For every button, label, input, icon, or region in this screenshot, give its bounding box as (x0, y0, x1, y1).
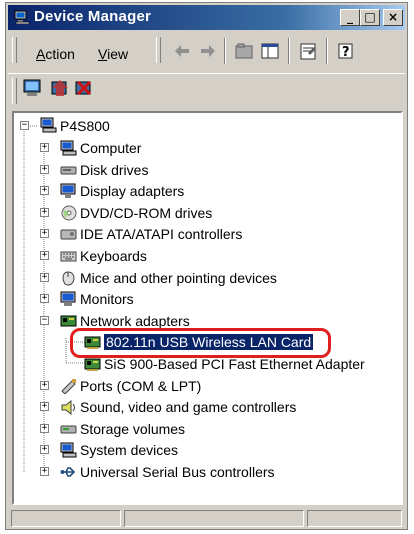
svg-text:?: ? (342, 45, 350, 60)
tree-item-label: Ports (COM & LPT) (80, 377, 202, 394)
collapse-toggle[interactable]: − (20, 121, 29, 130)
toolbar-grip-3[interactable] (12, 78, 17, 104)
menu-action-hotkey: A (36, 46, 46, 62)
properties-icon[interactable] (298, 41, 318, 61)
port-icon (61, 378, 76, 394)
tree-item-label: Display adapters (80, 183, 185, 200)
sound-icon (61, 400, 75, 416)
tree-item-label: IDE ATA/ATAPI controllers (80, 226, 243, 243)
status-cell-2 (124, 510, 304, 527)
tree-item-label: SiS 900-Based PCI Fast Ethernet Adapter (104, 356, 365, 372)
monitor-icon (60, 291, 76, 307)
collapse-toggle[interactable]: − (40, 315, 49, 325)
menu-action-rest: ction (45, 46, 75, 62)
expand-toggle[interactable]: + (40, 380, 49, 390)
expand-toggle[interactable]: + (40, 294, 49, 304)
uninstall-icon[interactable] (74, 78, 94, 98)
tree-item-label: Mice and other pointing devices (80, 269, 277, 286)
tree-item-label: System devices (80, 442, 179, 459)
network-card-icon (84, 358, 101, 371)
toolbar-separator-2 (288, 38, 290, 64)
ide-controller-icon (60, 229, 77, 240)
minimize-button[interactable]: _ (340, 9, 360, 26)
usb-icon (60, 467, 76, 477)
expand-toggle[interactable]: + (40, 207, 49, 217)
back-arrow-icon[interactable] (172, 41, 192, 61)
status-bar (8, 508, 405, 528)
tree-item-label: Storage volumes (80, 420, 186, 437)
device-manager-icon (14, 10, 30, 24)
scan-hardware-icon[interactable] (22, 78, 42, 98)
help-icon[interactable]: ? (336, 41, 356, 61)
storage-volume-icon (60, 425, 77, 434)
menu-action[interactable]: Action (36, 46, 75, 62)
tree-item-label: Universal Serial Bus controllers (80, 464, 275, 480)
menu-view-rest: iew (107, 46, 129, 62)
expand-toggle[interactable]: + (40, 229, 49, 239)
up-folder-icon[interactable] (234, 41, 254, 61)
toolbar-separator (224, 38, 226, 64)
device-manager-window: Device Manager _ □ × Action View ? − P4S… (5, 2, 408, 530)
tree-item-label: Disk drives (80, 161, 149, 178)
update-driver-icon[interactable] (50, 78, 70, 98)
tree-item-label: DVD/CD-ROM drives (80, 204, 213, 221)
close-button[interactable]: × (383, 9, 403, 26)
action-toolbar (8, 73, 405, 104)
disk-drive-icon (60, 166, 77, 175)
forward-arrow-icon[interactable] (198, 41, 218, 61)
tree-item-label: Network adapters (80, 312, 190, 329)
toolbar-grip[interactable] (12, 37, 17, 63)
network-adapter-icon (60, 315, 77, 327)
window-title: Device Manager (34, 8, 152, 25)
toolbar-separator-3 (326, 38, 328, 64)
tree-item-label: Computer (80, 140, 142, 156)
expand-toggle[interactable]: + (40, 164, 49, 174)
highlight-ring (70, 328, 331, 359)
show-hide-tree-icon[interactable] (260, 41, 280, 61)
tree-root-label: P4S800 (60, 118, 110, 134)
computer-icon (60, 140, 77, 156)
expand-toggle[interactable]: + (40, 423, 49, 433)
tree-item-label: Monitors (80, 291, 134, 308)
menu-view-hotkey: V (98, 46, 108, 62)
status-cell-1 (11, 510, 121, 527)
computer-icon (40, 117, 57, 133)
menu-toolbar-row: Action View ? (8, 33, 405, 69)
system-device-icon (60, 442, 77, 458)
keyboard-icon (60, 251, 77, 262)
expand-toggle[interactable]: + (40, 402, 49, 412)
expand-toggle[interactable]: + (40, 143, 49, 152)
tree-item-label: Keyboards (80, 248, 147, 264)
expand-toggle[interactable]: + (40, 251, 49, 260)
menu-view[interactable]: View (98, 46, 128, 62)
expand-toggle[interactable]: + (40, 186, 49, 196)
display-adapter-icon (60, 183, 76, 199)
maximize-button[interactable]: □ (360, 9, 380, 26)
expand-toggle[interactable]: + (40, 272, 49, 282)
device-tree-pane[interactable]: − P4S800 + Computer + Disk drives + Display a… (12, 111, 403, 505)
status-cell-3 (307, 510, 402, 527)
title-bar[interactable]: Device Manager _ □ × (8, 5, 405, 30)
mouse-icon (62, 271, 75, 286)
dvd-drive-icon (61, 205, 77, 221)
expand-toggle[interactable]: + (40, 467, 49, 476)
expand-toggle[interactable]: + (40, 445, 49, 455)
tree-item-label: Sound, video and game controllers (80, 399, 297, 416)
toolbar-grip-2[interactable] (156, 37, 161, 63)
